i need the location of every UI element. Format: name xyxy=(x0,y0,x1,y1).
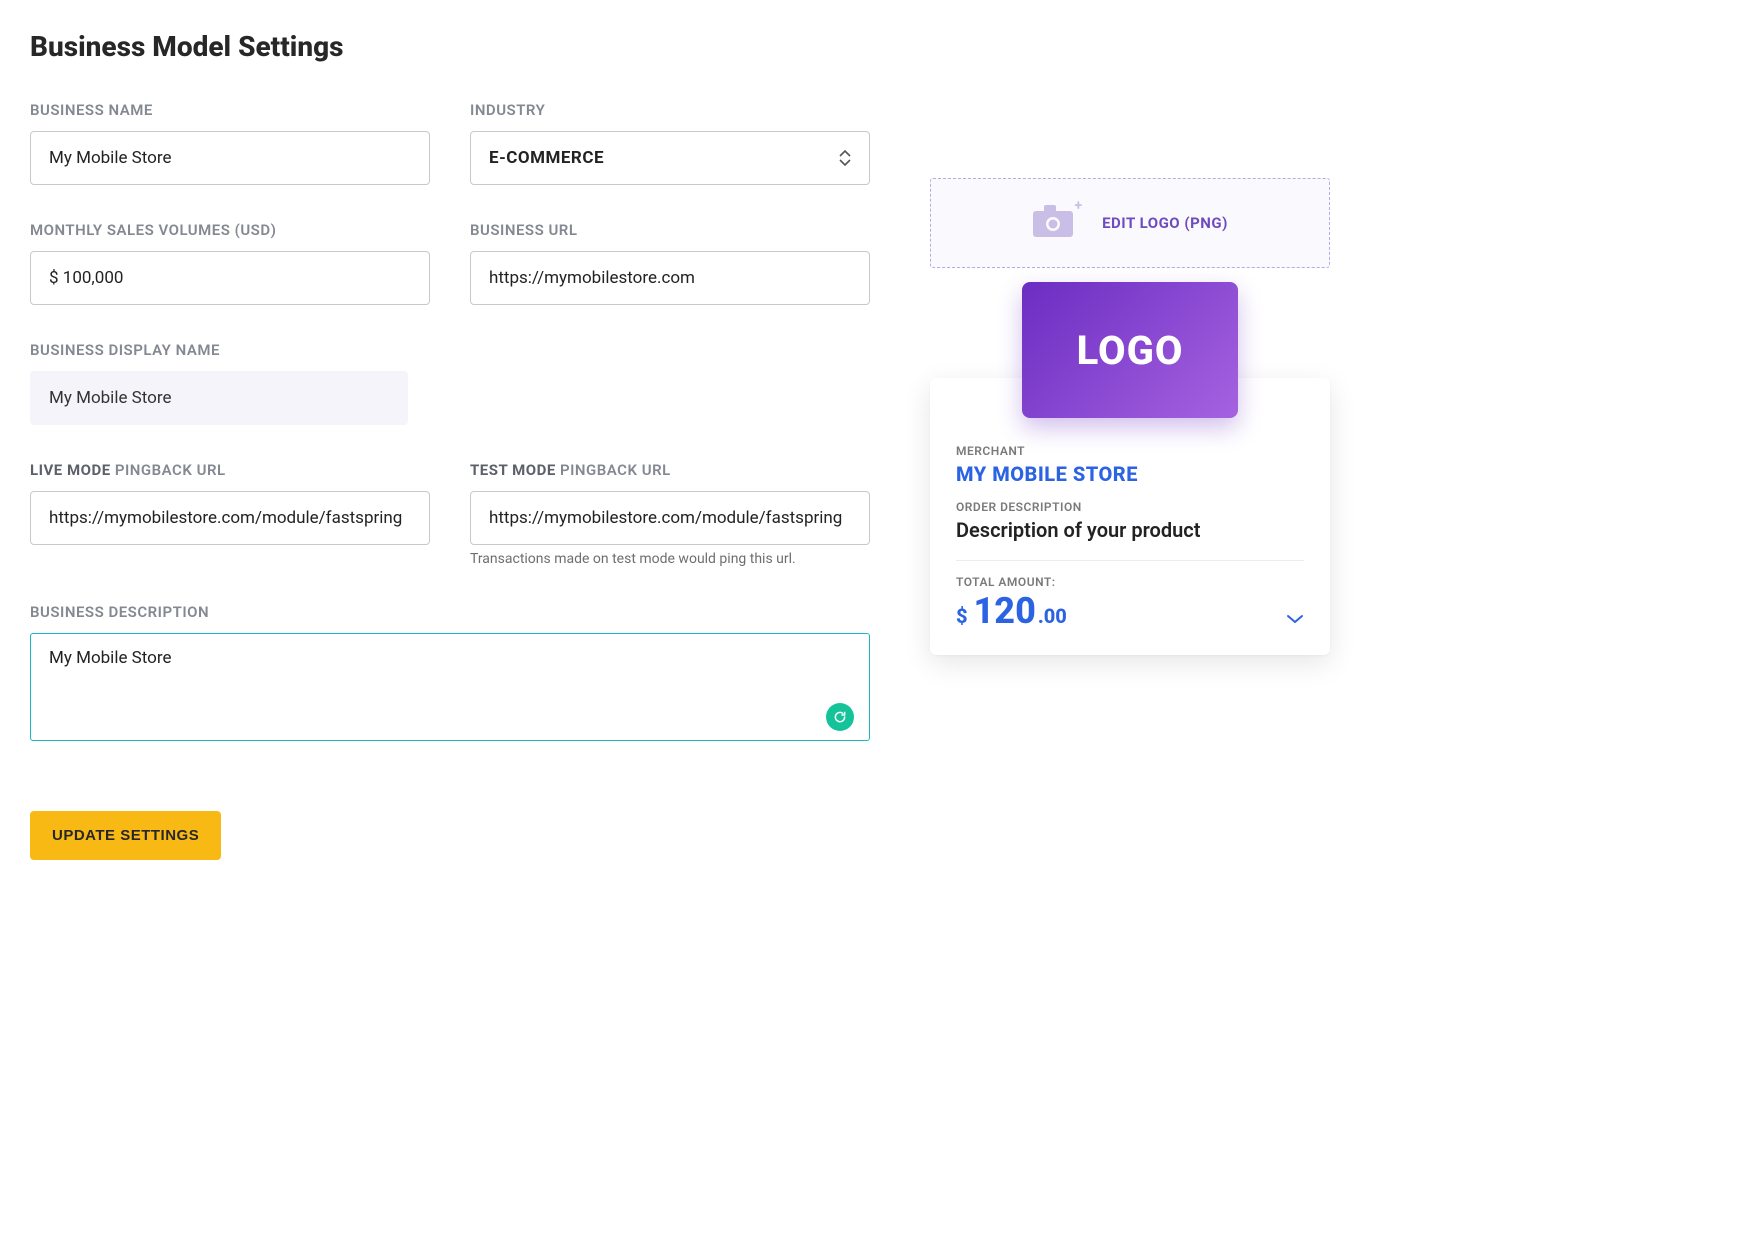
edit-logo-label: EDIT LOGO (PNG) xyxy=(1102,214,1228,232)
description-label: BUSINESS DESCRIPTION xyxy=(30,603,870,621)
test-mode-strong: TEST MODE xyxy=(470,461,556,479)
industry-label: INDUSTRY xyxy=(470,101,870,119)
preview-order-desc: Description of your product xyxy=(956,518,1304,542)
test-mode-rest: PINGBACK URL xyxy=(556,461,671,479)
live-mode-rest: PINGBACK URL xyxy=(111,461,226,479)
camera-icon: + xyxy=(1032,204,1074,242)
grammarly-icon xyxy=(826,703,854,731)
display-name-value: My Mobile Store xyxy=(30,371,408,425)
preview-merchant-label: MERCHANT xyxy=(956,444,1304,458)
preview-total-amount: $ 120 .00 xyxy=(956,593,1067,629)
preview-order-label: ORDER DESCRIPTION xyxy=(956,500,1304,514)
business-url-label: BUSINESS URL xyxy=(470,221,870,239)
business-name-input[interactable] xyxy=(30,131,430,185)
monthly-sales-label: MONTHLY SALES VOLUMES (USD) xyxy=(30,221,430,239)
amount-minor: .00 xyxy=(1038,604,1067,628)
industry-select-value: E-COMMERCE xyxy=(489,148,604,168)
business-name-label: BUSINESS NAME xyxy=(30,101,430,119)
checkout-preview-card: LOGO MERCHANT MY MOBILE STORE ORDER DESC… xyxy=(930,378,1330,655)
description-textarea[interactable] xyxy=(30,633,870,741)
update-settings-button[interactable]: UPDATE SETTINGS xyxy=(30,811,221,860)
monthly-sales-input[interactable] xyxy=(30,251,430,305)
display-name-label: BUSINESS DISPLAY NAME xyxy=(30,341,408,359)
test-pingback-helper: Transactions made on test mode would pin… xyxy=(470,551,870,567)
live-pingback-label: LIVE MODE PINGBACK URL xyxy=(30,461,430,479)
logo-preview: LOGO xyxy=(1022,282,1238,418)
industry-select[interactable]: E-COMMERCE xyxy=(470,131,870,185)
test-pingback-label: TEST MODE PINGBACK URL xyxy=(470,461,870,479)
preview-total-label: TOTAL AMOUNT: xyxy=(956,575,1304,589)
test-pingback-input[interactable] xyxy=(470,491,870,545)
live-mode-strong: LIVE MODE xyxy=(30,461,111,479)
currency-symbol: $ xyxy=(956,604,968,628)
live-pingback-input[interactable] xyxy=(30,491,430,545)
amount-major: 120 xyxy=(974,593,1036,629)
business-url-input[interactable] xyxy=(470,251,870,305)
edit-logo-dropzone[interactable]: + EDIT LOGO (PNG) xyxy=(930,178,1330,268)
divider xyxy=(956,560,1304,561)
page-title: Business Model Settings xyxy=(30,30,870,63)
select-stepper-icon xyxy=(839,150,851,166)
chevron-down-icon[interactable] xyxy=(1286,610,1304,629)
preview-merchant-name: MY MOBILE STORE xyxy=(956,462,1304,486)
